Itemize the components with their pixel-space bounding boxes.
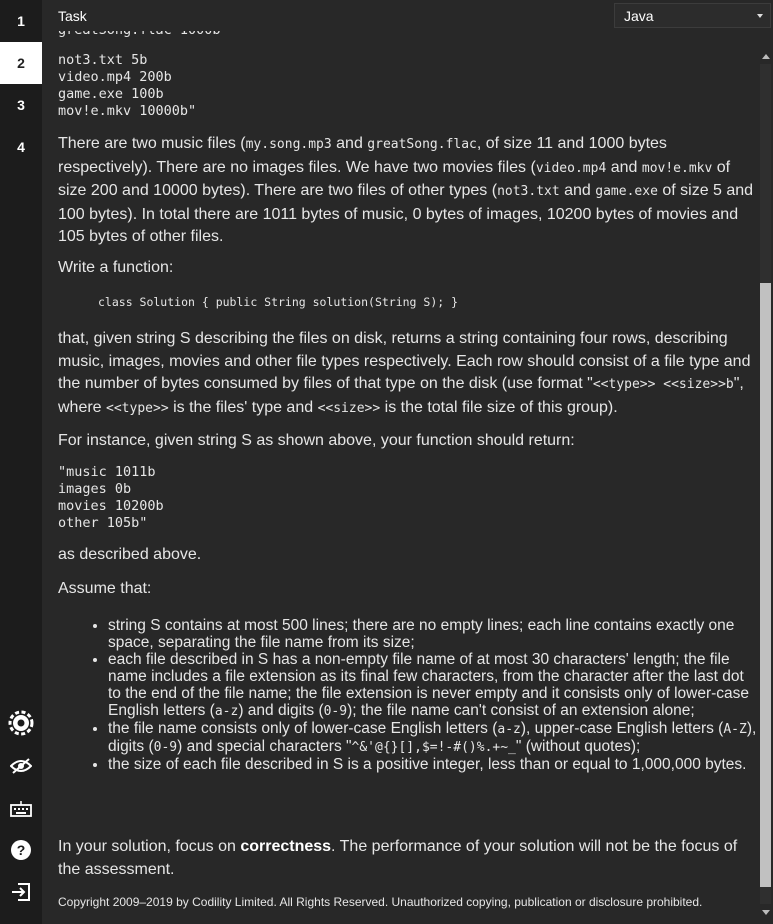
assumption-item: string S contains at most 500 lines; the… [108, 617, 758, 651]
result-line: other 105b" [58, 515, 148, 531]
listing-line: mov!e.mkv 10000b" [58, 103, 197, 119]
assumption-item: the file name consists only of lower-cas… [108, 720, 758, 756]
exit-icon[interactable] [0, 875, 42, 909]
language-value: Java [624, 8, 654, 24]
assumption-item: the size of each file described in S is … [108, 756, 758, 773]
for-instance-label: For instance, given string S as shown ab… [58, 432, 575, 449]
task-2-tab[interactable]: 2 [0, 42, 42, 84]
assumptions-list: string S contains at most 500 lines; the… [58, 617, 758, 773]
task-description: greatSong.flac 1000b not3.txt 5b video.m… [42, 31, 758, 924]
listing-line: game.exe 100b [58, 86, 164, 102]
listing-line: video.mp4 200b [58, 69, 172, 85]
language-select[interactable]: Java [614, 3, 771, 28]
preview-icon[interactable] [0, 749, 42, 783]
task-title: Task [58, 8, 87, 24]
scroll-down-icon[interactable] [762, 910, 770, 915]
result-line: "music 1011b [58, 464, 156, 480]
svg-text:?: ? [17, 842, 26, 858]
assumption-item: each file described in S has a non-empty… [108, 651, 758, 720]
function-description: that, given string S describing the file… [58, 330, 751, 416]
example-explanation: There are two music files (my.song.mp3 a… [58, 135, 754, 245]
task-4-tab[interactable]: 4 [0, 126, 42, 168]
copyright-notice: Copyright 2009–2019 by Codility Limited.… [58, 895, 703, 909]
scrollbar[interactable] [758, 46, 773, 924]
scroll-up-icon[interactable] [762, 54, 770, 59]
write-function-label: Write a function: [58, 259, 174, 276]
settings-icon[interactable] [0, 706, 42, 740]
chevron-down-icon [757, 14, 763, 18]
keyboard-icon[interactable] [0, 792, 42, 826]
task-3-tab[interactable]: 3 [0, 84, 42, 126]
task-rail: 1 2 3 4 ? [0, 0, 42, 924]
focus-note: In your solution, focus on correctness. … [58, 838, 738, 878]
task-1-tab[interactable]: 1 [0, 0, 42, 42]
as-described-label: as described above. [58, 546, 202, 563]
result-line: images 0b [58, 481, 132, 497]
scroll-thumb[interactable] [760, 283, 771, 887]
task-header: Task Java [42, 0, 773, 31]
listing-line-partial: greatSong.flac 1000b [58, 31, 221, 39]
listing-line: not3.txt 5b [58, 52, 148, 68]
help-icon[interactable]: ? [0, 833, 42, 867]
function-signature: class Solution { public String solution(… [98, 295, 459, 309]
result-line: movies 10200b [58, 498, 164, 514]
assume-label: Assume that: [58, 580, 152, 597]
